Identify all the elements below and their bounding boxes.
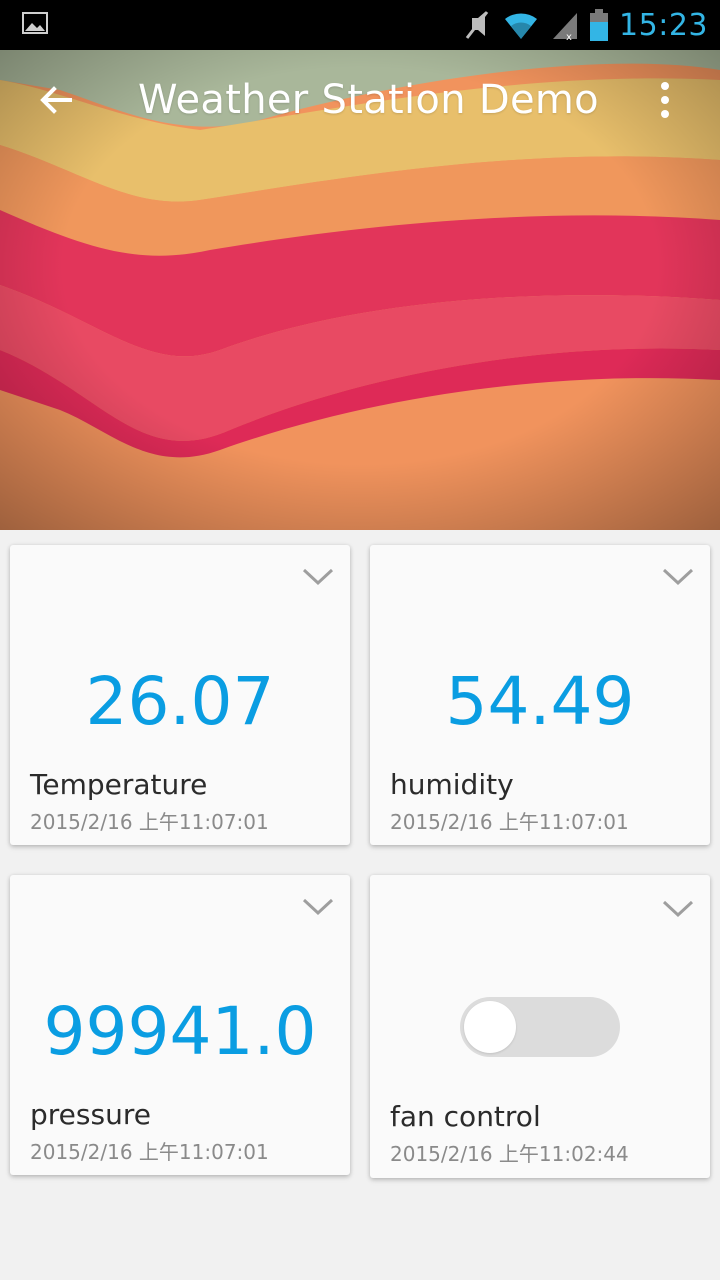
gallery-icon: [22, 12, 48, 34]
arrow-left-icon: [40, 86, 72, 114]
fan-toggle-switch[interactable]: [460, 997, 620, 1057]
back-button[interactable]: [28, 72, 84, 128]
app-bar: Weather Station Demo: [0, 50, 720, 150]
humidity-value: 54.49: [445, 663, 635, 740]
temperature-timestamp: 2015/2/16 上午11:07:01: [30, 810, 269, 834]
cell-signal-icon: x: [553, 13, 578, 41]
chevron-down-icon[interactable]: [662, 899, 694, 919]
status-bar: x 15:23: [0, 0, 720, 50]
chevron-down-icon[interactable]: [662, 567, 694, 587]
status-time: 15:23: [619, 7, 708, 43]
fan-control-label: fan control: [390, 1100, 541, 1133]
humidity-label: humidity: [390, 768, 514, 801]
mute-icon: [465, 11, 489, 39]
svg-text:x: x: [566, 32, 572, 41]
more-vert-icon: [661, 82, 669, 118]
wifi-icon: [505, 13, 538, 40]
page-title: Weather Station Demo: [138, 77, 599, 123]
fan-control-timestamp: 2015/2/16 上午11:02:44: [390, 1142, 629, 1166]
temperature-value: 26.07: [85, 663, 275, 740]
pressure-card[interactable]: 99941.0 pressure 2015/2/16 上午11:07:01: [10, 875, 350, 1175]
battery-icon: [590, 9, 609, 41]
chevron-down-icon[interactable]: [302, 567, 334, 587]
humidity-timestamp: 2015/2/16 上午11:07:01: [390, 810, 629, 834]
toggle-knob: [464, 1001, 516, 1053]
pressure-value: 99941.0: [43, 993, 317, 1070]
pressure-timestamp: 2015/2/16 上午11:07:01: [30, 1140, 269, 1164]
temperature-label: Temperature: [30, 768, 208, 801]
pressure-label: pressure: [30, 1098, 151, 1131]
chevron-down-icon[interactable]: [302, 897, 334, 917]
humidity-card[interactable]: 54.49 humidity 2015/2/16 上午11:07:01: [370, 545, 710, 845]
fan-control-card[interactable]: fan control 2015/2/16 上午11:02:44: [370, 875, 710, 1178]
temperature-card[interactable]: 26.07 Temperature 2015/2/16 上午11:07:01: [10, 545, 350, 845]
overflow-menu-button[interactable]: [640, 72, 690, 128]
